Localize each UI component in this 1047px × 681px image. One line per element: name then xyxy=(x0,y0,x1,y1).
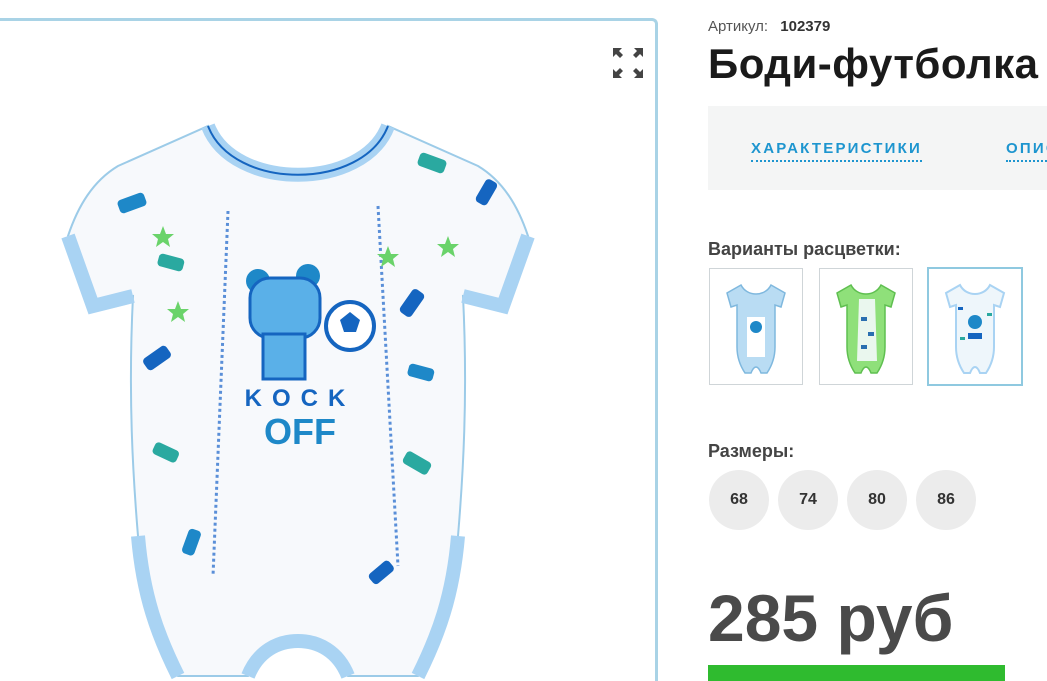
bodysuit-thumbnail xyxy=(944,283,1006,374)
svg-text:OFF: OFF xyxy=(264,411,336,452)
sku-line: Артикул: 102379 xyxy=(708,18,830,35)
size-option[interactable]: 80 xyxy=(847,470,907,530)
buy-button[interactable] xyxy=(708,665,1005,681)
color-swatch-white-print[interactable] xyxy=(927,267,1023,386)
color-swatch-light-blue[interactable] xyxy=(709,268,803,385)
bodysuit-thumbnail xyxy=(726,283,786,374)
tab-description[interactable]: ОПИСАНИЕ xyxy=(1006,140,1047,162)
product-image-bodysuit[interactable]: KOCK OFF xyxy=(58,96,538,681)
product-price: 285 руб xyxy=(708,581,954,655)
sku-value: 102379 xyxy=(780,18,831,35)
size-option[interactable]: 74 xyxy=(778,470,838,530)
size-option[interactable]: 86 xyxy=(916,470,976,530)
tab-characteristics[interactable]: ХАРАКТЕРИСТИКИ xyxy=(751,140,922,162)
svg-text:KOCK: KOCK xyxy=(245,385,356,412)
info-tabs: ХАРАКТЕРИСТИКИ ОПИСАНИЕ xyxy=(708,106,1047,190)
sizes-heading: Размеры: xyxy=(708,441,795,461)
bodysuit-thumbnail xyxy=(836,283,896,374)
product-title: Боди-футболка xyxy=(708,40,1039,87)
fullscreen-button[interactable] xyxy=(611,46,645,80)
expand-arrows-icon xyxy=(613,48,643,78)
product-gallery: KOCK OFF xyxy=(0,18,658,681)
sku-label: Артикул: xyxy=(708,18,769,35)
color-swatch-green[interactable] xyxy=(819,268,913,385)
color-variants-heading: Варианты расцветки: xyxy=(708,239,901,259)
size-option[interactable]: 68 xyxy=(709,470,769,530)
